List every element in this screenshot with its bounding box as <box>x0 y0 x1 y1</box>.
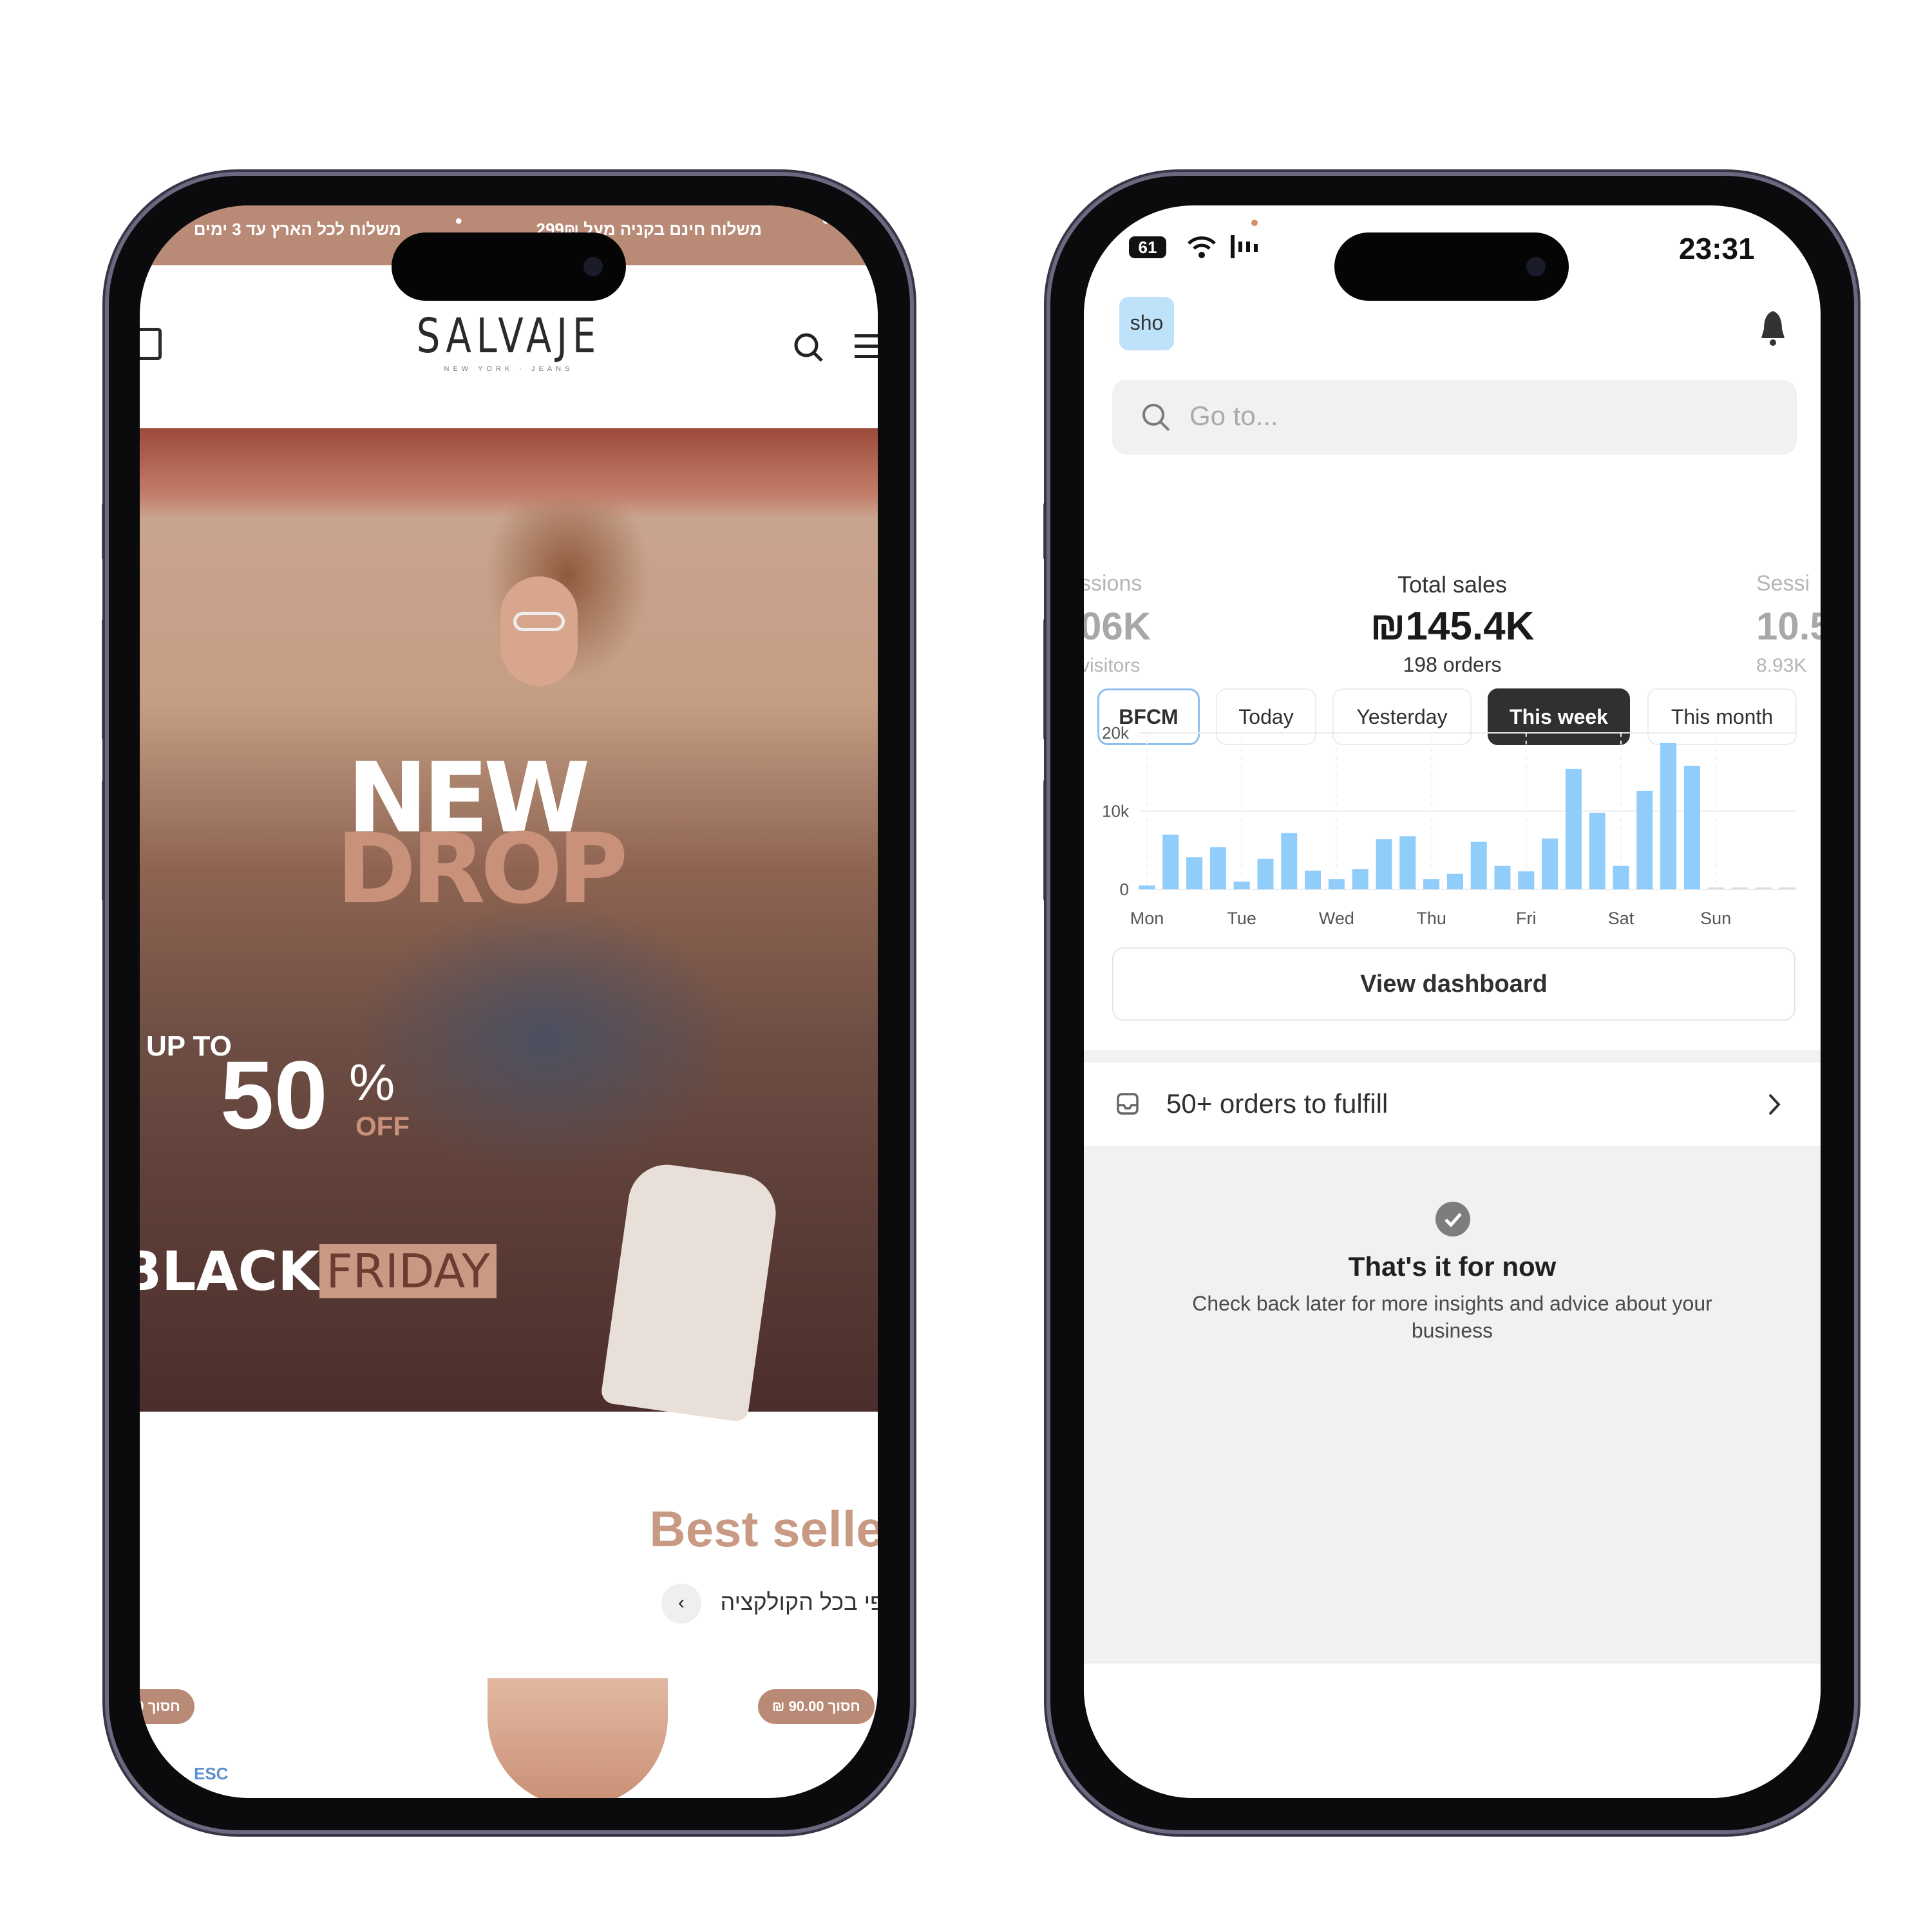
dynamic-island <box>1334 232 1569 301</box>
x-tick-label: Sat <box>1608 909 1634 927</box>
volume-down-button <box>1043 779 1048 902</box>
bar <box>1376 839 1392 889</box>
power-button <box>1854 702 1859 895</box>
bar-empty <box>1707 887 1724 889</box>
bar <box>1162 834 1179 889</box>
x-tick-label: Sun <box>1700 909 1731 927</box>
x-tick-label: Fri <box>1516 909 1536 927</box>
y-tick-label: 20k <box>1102 723 1130 743</box>
bar <box>1233 881 1250 889</box>
section-divider <box>1084 1050 1821 1063</box>
bar <box>1281 833 1298 889</box>
status-time: 23:31 <box>1679 232 1755 265</box>
store-avatar[interactable]: sho <box>1119 297 1174 350</box>
bar <box>1683 766 1700 889</box>
best-sellers-title: Best seller <box>649 1501 878 1557</box>
dynamic-island <box>392 232 626 301</box>
insights-empty-state: That's it for now Check back later for m… <box>1084 1146 1821 1662</box>
storefront-screen: משלוח לכל הארץ עד 3 ימים • משלוח חינם בק… <box>140 205 878 1798</box>
bar <box>1636 790 1653 889</box>
collection-link[interactable]: פי בכל הקולקציה <box>720 1589 878 1616</box>
mute-switch <box>1043 502 1048 560</box>
orders-inbox-icon <box>1117 1093 1139 1115</box>
brand-logo[interactable]: SALVAJE NEW YORK · JEANS <box>140 308 878 373</box>
privacy-indicator-dot <box>1251 220 1258 226</box>
product-image[interactable] <box>488 1678 668 1798</box>
discount-badge: חסוך 90.00 ₪ <box>758 1689 875 1724</box>
search-icon[interactable] <box>792 331 826 365</box>
empty-state-title: That's it for now <box>1348 1251 1557 1282</box>
wifi-icon <box>1188 236 1216 258</box>
x-tick-label: Mon <box>1130 909 1164 927</box>
bar <box>1518 871 1535 889</box>
battery-indicator: 61 <box>1129 236 1166 258</box>
volume-up-button <box>102 618 107 741</box>
bar-empty <box>1755 887 1772 889</box>
check-circle-icon <box>1435 1202 1470 1236</box>
orders-to-fulfill-row[interactable]: 50+ orders to fulfill <box>1084 1063 1821 1146</box>
black-friday-label: BLACK FRIDAY <box>140 1240 497 1303</box>
bar <box>1613 866 1629 889</box>
empty-state-description: Check back later for more insights and a… <box>1192 1292 1712 1342</box>
admin-app-screen: 61 23:31 sho Go to... BFCM Today Yesterd… <box>1084 205 1821 1798</box>
y-tick-label: 0 <box>1120 880 1129 899</box>
volume-down-button <box>102 779 107 902</box>
bar <box>1139 885 1155 889</box>
cellular-signal-icon <box>1231 235 1258 258</box>
bar <box>1542 838 1558 889</box>
menu-icon[interactable] <box>855 334 878 358</box>
hero-percent: 50 <box>220 1041 328 1149</box>
mute-switch <box>102 502 107 560</box>
bar <box>1423 879 1440 889</box>
bar <box>1565 768 1582 889</box>
model-face <box>500 576 578 686</box>
hero-banner[interactable]: NEW DROP UP TO 50 % OFF BLACK FRIDAY <box>140 428 878 1423</box>
x-tick-label: Thu <box>1416 909 1446 927</box>
bar <box>1352 869 1368 889</box>
power-button <box>910 702 915 895</box>
x-tick-label: Wed <box>1319 909 1354 927</box>
bar <box>1257 858 1274 889</box>
x-tick-label: Tue <box>1227 909 1256 927</box>
bar <box>1328 879 1345 889</box>
search-icon <box>1142 404 1170 431</box>
sales-bar-chart: 0 10k 20k Mon Tue Wed Thu Fri Sat Sun <box>1102 723 1797 927</box>
bottom-tab-bar <box>1084 1662 1821 1798</box>
search-input[interactable]: Go to... <box>1112 380 1797 455</box>
bar <box>1470 841 1487 889</box>
bar <box>1399 836 1416 889</box>
metric-card-total-sales[interactable]: Total sales ₪145.4K 198 orders <box>1291 571 1613 677</box>
bar <box>1494 866 1511 889</box>
metric-card-sessions-prev[interactable]: ssions 06K visitors <box>1084 571 1151 677</box>
discount-badge: חסוך 90 <box>140 1689 194 1724</box>
bar <box>1446 873 1463 889</box>
chevron-right-icon <box>1768 1094 1781 1115</box>
hero-up-to: UP TO <box>146 1030 232 1062</box>
sunglasses <box>513 612 565 631</box>
esc-label: ESC <box>194 1764 229 1783</box>
bar-empty <box>1731 887 1748 889</box>
bar <box>1589 812 1605 889</box>
bar <box>1660 743 1677 889</box>
volume-up-button <box>1043 618 1048 741</box>
metric-card-sessions[interactable]: Sessi 10.5 8.93K <box>1756 571 1821 677</box>
announcement-text: משלוח לכל הארץ עד 3 ימים <box>193 220 401 239</box>
bar <box>1305 870 1321 889</box>
bar-empty <box>1779 887 1795 889</box>
bar <box>1209 847 1226 889</box>
hero-title-drop: DROP <box>336 813 628 925</box>
notification-bell-icon[interactable] <box>1759 310 1787 347</box>
view-dashboard-button[interactable]: View dashboard <box>1112 947 1795 1021</box>
carousel-prev-button[interactable]: ‹ <box>661 1584 701 1624</box>
bar <box>1186 857 1203 889</box>
y-tick-label: 10k <box>1102 802 1130 821</box>
